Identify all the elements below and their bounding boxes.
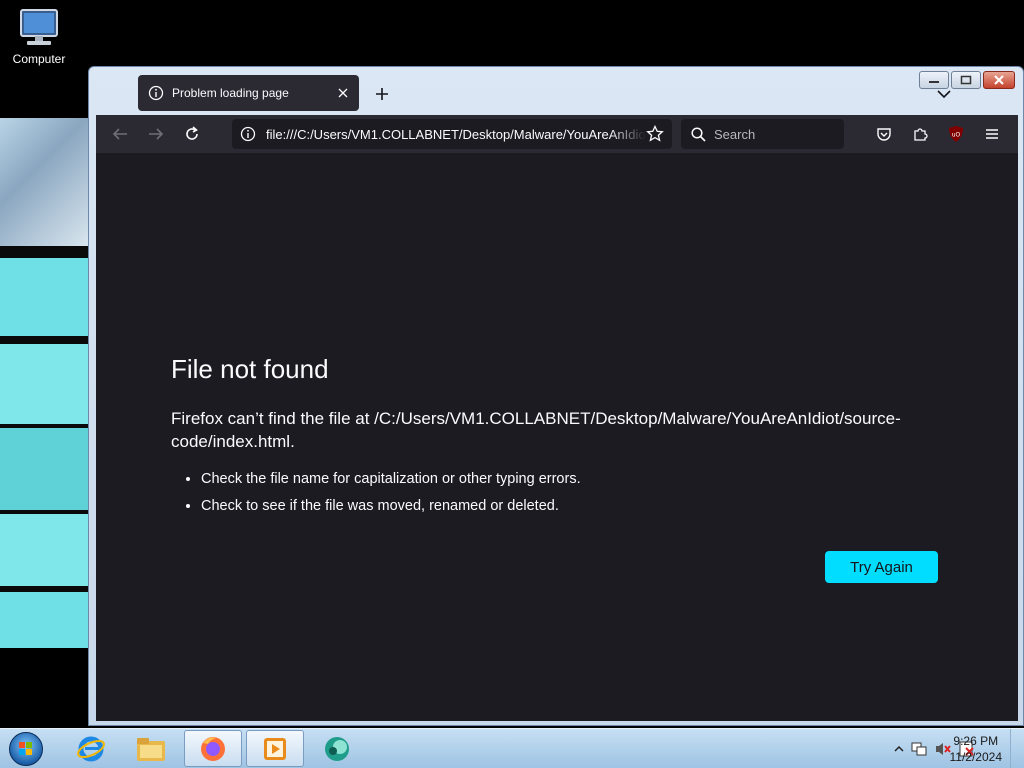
start-button[interactable]: [6, 731, 46, 767]
app-icon: [325, 736, 349, 761]
pocket-button[interactable]: [870, 120, 898, 148]
firefox-icon: [201, 736, 225, 761]
taskbar-media-player[interactable]: [246, 730, 304, 767]
hamburger-menu-icon: [986, 129, 998, 139]
ublock-origin-button[interactable]: uO: [942, 120, 970, 148]
arrow-right-icon: [149, 128, 164, 140]
info-icon: [148, 85, 164, 101]
ublock-shield-icon: uO: [949, 126, 963, 142]
url-text[interactable]: file:///C:/Users/VM1.COLLABNET/Desktop/M…: [266, 127, 646, 142]
taskbar-app[interactable]: [308, 730, 366, 767]
desktop-icon-computer[interactable]: Computer: [6, 8, 72, 66]
suggestion-list: Check the file name for capitalization o…: [201, 466, 581, 520]
forward-button[interactable]: [142, 120, 170, 148]
taskbar-file-explorer[interactable]: [122, 730, 180, 767]
pocket-icon: [877, 128, 891, 141]
reload-icon: [186, 126, 198, 140]
puzzle-icon: [914, 128, 928, 141]
network-icon[interactable]: [910, 740, 928, 758]
windows-logo-icon: [9, 732, 43, 766]
url-bar[interactable]: file:///C:/Users/VM1.COLLABNET/Desktop/M…: [232, 119, 672, 149]
file-explorer-icon: [137, 737, 165, 761]
desktop-wallpaper: [0, 118, 88, 648]
plus-icon: [376, 88, 388, 100]
show-hidden-icons-icon[interactable]: [894, 744, 904, 754]
try-again-button[interactable]: Try Again: [825, 551, 938, 583]
search-icon: [691, 126, 706, 142]
firefox-window: Problem loading page file:///C:/Users/VM…: [88, 66, 1024, 726]
taskbar-clock[interactable]: 9:26 PM 11/2/2024: [950, 733, 1003, 765]
bookmark-star-icon[interactable]: [646, 125, 664, 143]
extensions-button[interactable]: [906, 120, 934, 148]
new-tab-button[interactable]: [368, 81, 396, 107]
back-button[interactable]: [106, 120, 134, 148]
tab-title: Problem loading page: [172, 86, 289, 100]
suggestion-item: Check to see if the file was moved, rena…: [201, 493, 581, 520]
list-all-tabs-button[interactable]: [930, 81, 958, 107]
navigation-toolbar: file:///C:/Users/VM1.COLLABNET/Desktop/M…: [96, 115, 1018, 153]
app-menu-button[interactable]: [978, 120, 1006, 148]
svg-text:uO: uO: [952, 132, 961, 139]
media-player-icon: [264, 737, 286, 760]
reload-button[interactable]: [178, 120, 206, 148]
arrow-left-icon: [112, 128, 127, 140]
desktop-icon-label: Computer: [12, 52, 66, 66]
taskbar-internet-explorer[interactable]: [62, 730, 120, 767]
suggestion-item: Check the file name for capitalization o…: [201, 466, 581, 493]
error-description: Firefox can’t find the file at /C:/Users…: [171, 409, 901, 451]
taskbar-firefox[interactable]: [184, 730, 242, 767]
search-placeholder: Search: [714, 126, 756, 142]
computer-icon: [17, 8, 61, 48]
tab-problem-loading[interactable]: Problem loading page: [138, 75, 359, 111]
tab-bar: Problem loading page: [96, 73, 1018, 119]
search-bar[interactable]: Search: [681, 119, 844, 149]
page-title: File not found: [171, 354, 329, 384]
close-tab-icon[interactable]: [337, 87, 349, 99]
show-desktop-button[interactable]: [1010, 729, 1024, 768]
site-info-icon[interactable]: [240, 126, 256, 142]
taskbar: 9:26 PM 11/2/2024: [0, 728, 1024, 768]
chevron-down-icon: [937, 90, 951, 99]
error-page: File not found Firefox can’t find the fi…: [96, 153, 1018, 721]
clock-date: 11/2/2024: [949, 750, 1003, 764]
internet-explorer-icon: [77, 736, 105, 761]
clock-time: 9:26 PM: [953, 734, 999, 748]
